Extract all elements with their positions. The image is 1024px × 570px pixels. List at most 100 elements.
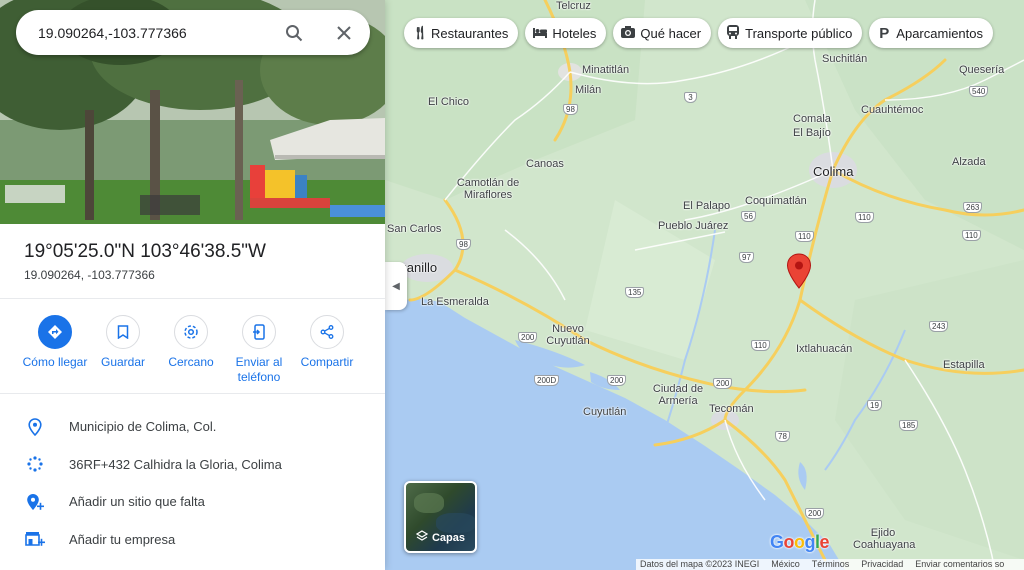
chip-label: Transporte público <box>745 25 853 41</box>
highway-shield: 540 <box>969 86 989 97</box>
highway-shield: 200 <box>713 378 733 389</box>
highway-shield: 19 <box>867 400 882 411</box>
close-icon <box>337 25 351 40</box>
map-place-label[interactable]: Ixtlahuacán <box>796 343 852 355</box>
map-attribution: Datos del mapa ©2023 INEGI México Términ… <box>636 559 1024 570</box>
action-label: Guardar <box>100 355 146 369</box>
search-icon <box>286 24 303 41</box>
highway-shield: 110 <box>962 230 981 241</box>
map-place-label[interactable]: El Chico <box>428 96 469 108</box>
map-place-label[interactable]: El Palapo <box>683 200 730 212</box>
add-business-row[interactable]: Añadir tu empresa <box>0 521 385 559</box>
info-row-plus-code[interactable]: 36RF+432 Calhidra la Gloria, Colima <box>0 446 385 484</box>
highway-shield: 200D <box>534 375 560 386</box>
action-label: Enviar al teléfono <box>235 355 283 384</box>
highway-shield: 200 <box>607 375 627 386</box>
highway-shield: 97 <box>739 252 754 263</box>
restaurant-icon: 🍴︎ <box>412 25 429 40</box>
nearby-button[interactable]: Cercano <box>157 299 225 393</box>
highway-shield: 135 <box>625 287 645 298</box>
map-place-label[interactable]: Camotlán de Miraflores <box>452 177 524 201</box>
map-place-label[interactable]: Alzada <box>952 156 986 168</box>
terms-link[interactable]: Términos <box>812 559 850 570</box>
highway-shield: 200 <box>805 508 825 519</box>
map-canvas[interactable]: Telcruz Minatitlán Milán El Chico Suchit… <box>385 0 1024 570</box>
map-place-label[interactable]: Pueblo Juárez <box>658 220 728 232</box>
save-button[interactable]: Guardar <box>89 299 157 393</box>
attribution-data[interactable]: Datos del mapa ©2023 INEGI <box>640 559 759 570</box>
directions-button[interactable]: Cómo llegar <box>21 299 89 393</box>
map-place-label[interactable]: Canoas <box>526 158 564 170</box>
info-text: Añadir tu empresa <box>69 531 176 547</box>
highway-shield: 185 <box>899 420 919 431</box>
info-row-municipality[interactable]: Municipio de Colima, Col. <box>0 408 385 446</box>
transit-icon <box>726 24 740 42</box>
info-text: 36RF+432 Calhidra la Gloria, Colima <box>69 456 282 472</box>
chip-label: Qué hacer <box>640 25 702 41</box>
location-pin-marker[interactable] <box>786 253 812 289</box>
place-photo[interactable]: 19.090264,-103.777366 <box>0 0 385 224</box>
chip-restaurants[interactable]: 🍴︎ Restaurantes <box>404 18 519 48</box>
bookmark-icon <box>106 315 140 349</box>
layers-button[interactable]: Capas <box>404 481 477 553</box>
collapse-panel-button[interactable]: ◀ <box>385 262 407 310</box>
add-missing-place-row[interactable]: Añadir un sitio que falta <box>0 483 385 521</box>
feedback-link[interactable]: Enviar comentarios so <box>915 559 1004 570</box>
info-text: Añadir un sitio que falta <box>69 494 205 510</box>
action-label: Cómo llegar <box>22 355 88 369</box>
highway-shield: 98 <box>563 104 578 115</box>
search-button[interactable] <box>270 10 318 55</box>
map-place-label[interactable]: Ciudad de Armería <box>647 383 709 407</box>
attribution-country[interactable]: México <box>771 559 800 570</box>
highway-shield: 3 <box>684 92 697 103</box>
side-panel: 19.090264,-103.777366 19°05'25.0"N 103°4… <box>0 0 385 570</box>
action-label: Compartir <box>300 355 354 369</box>
map-place-label[interactable]: Estapilla <box>943 359 985 371</box>
map-place-label[interactable]: Colima <box>813 165 853 178</box>
map-place-label[interactable]: San Carlos <box>387 223 441 235</box>
map-place-label[interactable]: Telcruz <box>556 0 591 12</box>
map-place-label[interactable]: Ejido Coahuayana <box>853 527 915 551</box>
coordinates-dms: 19°05'25.0"N 103°46'38.5"W <box>24 241 266 262</box>
map-place-label[interactable]: Nuevo Cuyutlán <box>542 323 594 347</box>
highway-shield: 243 <box>929 321 949 332</box>
highway-shield: 110 <box>855 212 874 223</box>
highway-shield: 98 <box>456 239 471 250</box>
map-place-label[interactable]: La Esmeralda <box>421 296 489 308</box>
search-input[interactable]: 19.090264,-103.777366 <box>38 25 270 41</box>
highway-shield: 78 <box>775 431 790 442</box>
info-text: Municipio de Colima, Col. <box>69 419 217 435</box>
layers-icon <box>415 530 429 545</box>
chip-hotels[interactable]: Hoteles <box>525 18 607 48</box>
add-place-icon <box>24 493 46 511</box>
map-place-label[interactable]: Tecomán <box>709 403 754 415</box>
highway-shield: 110 <box>751 340 770 351</box>
category-chips: 🍴︎ Restaurantes Hoteles Qué hacer Transp… <box>404 18 994 48</box>
layers-label: Capas <box>431 531 466 544</box>
highway-shield: 263 <box>963 202 983 213</box>
map-place-label[interactable]: Quesería <box>959 64 1004 76</box>
action-buttons: Cómo llegar Guardar Cercano Enviar al te… <box>0 299 385 394</box>
map-base-layer <box>385 0 1024 570</box>
chip-transit[interactable]: Transporte público <box>718 18 863 48</box>
share-button[interactable]: Compartir <box>293 299 361 393</box>
map-place-label[interactable]: Cuyutlán <box>583 406 626 418</box>
place-info-list: Municipio de Colima, Col. 36RF+432 Calhi… <box>0 394 385 558</box>
location-pin-icon <box>24 417 46 436</box>
map-place-label[interactable]: Milán <box>575 84 601 96</box>
search-box[interactable]: 19.090264,-103.777366 <box>16 10 370 55</box>
camera-icon <box>621 25 636 41</box>
privacy-link[interactable]: Privacidad <box>861 559 903 570</box>
map-place-label[interactable]: Suchitlán <box>822 53 867 65</box>
send-to-phone-button[interactable]: Enviar al teléfono <box>225 299 293 393</box>
clear-search-button[interactable] <box>318 10 370 55</box>
map-place-label[interactable]: El Bajío <box>793 127 831 139</box>
map-place-label[interactable]: Comala <box>793 113 831 125</box>
chip-parking[interactable]: P Aparcamientos <box>869 18 994 48</box>
chip-things-to-do[interactable]: Qué hacer <box>613 18 712 48</box>
map-place-label[interactable]: Coquimatlán <box>745 195 807 207</box>
map-place-label[interactable]: Minatitlán <box>582 64 629 76</box>
google-logo: Google <box>770 532 830 552</box>
map-place-label[interactable]: Cuauhtémoc <box>861 104 923 116</box>
chip-label: Hoteles <box>552 25 597 41</box>
